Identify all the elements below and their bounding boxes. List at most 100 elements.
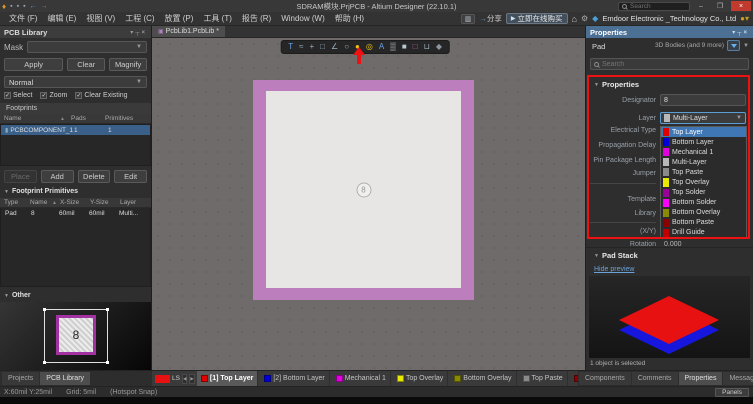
gear-icon[interactable]: ⚙ bbox=[581, 14, 588, 23]
clear-existing-checkbox[interactable]: ✓Clear Existing bbox=[75, 92, 127, 99]
filter-tool-icon[interactable]: T bbox=[288, 43, 293, 51]
tab-messages[interactable]: Messages bbox=[723, 372, 753, 385]
apply-button[interactable]: Apply bbox=[4, 58, 63, 71]
user-account-icon[interactable]: ●▾ bbox=[740, 14, 749, 23]
share-button[interactable]: →分享 bbox=[479, 13, 502, 24]
filter-mode-combo[interactable]: Normal▼ bbox=[4, 76, 147, 88]
designator-field[interactable]: 8 bbox=[660, 94, 746, 106]
layer-tab-bottom-overlay[interactable]: Bottom Overlay bbox=[450, 371, 516, 386]
select-checkbox[interactable]: ✓Select bbox=[4, 92, 32, 99]
collapse-icon[interactable]: ▼ bbox=[594, 82, 599, 88]
chevron-down-icon[interactable]: ▼ bbox=[743, 43, 749, 49]
layer-option-drill-guide[interactable]: Drill Guide bbox=[661, 228, 746, 238]
polygon-tool-icon[interactable]: ▒ bbox=[390, 43, 396, 51]
panels-button[interactable]: Panels bbox=[715, 388, 749, 397]
layer-option-top-paste[interactable]: Top Paste bbox=[661, 167, 746, 177]
open-icon[interactable]: ▪ bbox=[17, 3, 19, 10]
selection-handle[interactable] bbox=[106, 361, 109, 364]
home-icon[interactable]: ⌂ bbox=[572, 14, 577, 24]
pad-stack-3d-preview[interactable] bbox=[589, 276, 750, 358]
layer-option-bottom-layer[interactable]: Bottom Layer bbox=[661, 137, 746, 147]
panel-header-icons[interactable]: ▾┬× bbox=[130, 29, 147, 36]
board-shape-tool-icon[interactable]: ⊔ bbox=[424, 43, 430, 51]
layer-option-bottom-paste[interactable]: Bottom Paste bbox=[661, 218, 746, 228]
3d-body-tool-icon[interactable]: ◆ bbox=[436, 43, 442, 51]
tab-comments[interactable]: Comments bbox=[632, 372, 678, 385]
layer-option-multi-layer[interactable]: Multi-Layer bbox=[661, 157, 746, 167]
collapse-icon[interactable]: ▼ bbox=[4, 293, 9, 299]
tab-properties[interactable]: Properties bbox=[679, 372, 723, 385]
arc-tool-icon[interactable]: ○ bbox=[344, 43, 349, 51]
buy-online-button[interactable]: ▶立即在线购买 bbox=[506, 13, 568, 24]
menu-help[interactable]: 帮助 (H) bbox=[330, 13, 369, 24]
delete-button[interactable]: Delete bbox=[78, 170, 111, 183]
panel-header-icons[interactable]: ▾┬× bbox=[732, 29, 749, 36]
global-search-input[interactable] bbox=[630, 3, 685, 10]
footprint-row[interactable]: ▮ PCBCOMPONENT_1 1 1 bbox=[1, 125, 150, 135]
menu-edit[interactable]: 编辑 (E) bbox=[42, 13, 81, 24]
hide-preview-link[interactable]: Hide preview bbox=[594, 266, 634, 273]
maximize-button[interactable]: ❐ bbox=[712, 1, 728, 11]
layer-option-top-layer[interactable]: Top Layer bbox=[661, 127, 746, 137]
layer-option-top-solder[interactable]: Top Solder bbox=[661, 188, 746, 198]
room-tool-icon[interactable]: □ bbox=[413, 43, 418, 51]
pcb-editor-canvas[interactable]: T ≈ + □ ∠ ○ ● ◎ A ▒ ■ □ ⊔ ◆ bbox=[152, 38, 585, 370]
edit-button[interactable]: Edit bbox=[114, 170, 147, 183]
tab-pcb-library[interactable]: PCB Library bbox=[40, 372, 90, 385]
layer-set-chip[interactable]: LS bbox=[155, 375, 180, 383]
collapse-icon[interactable]: ▼ bbox=[594, 253, 599, 259]
selection-handle[interactable] bbox=[43, 308, 46, 311]
primitives-table-header[interactable]: Type Name ▲ X-Size Y-Size Layer bbox=[0, 198, 151, 208]
layer-option-bottom-solder[interactable]: Bottom Solder bbox=[661, 198, 746, 208]
collapse-icon[interactable]: ▼ bbox=[4, 189, 9, 195]
dimension-tool-icon[interactable]: ∠ bbox=[331, 43, 338, 51]
layer-tab-bottom-paste[interactable]: Bottom Paste bbox=[570, 371, 578, 386]
close-button[interactable]: × bbox=[731, 1, 751, 11]
layer-option-bottom-overlay[interactable]: Bottom Overlay bbox=[661, 208, 746, 218]
text-tool-icon[interactable]: A bbox=[379, 43, 384, 51]
menu-tools[interactable]: 工具 (T) bbox=[198, 13, 236, 24]
add-button[interactable]: Add bbox=[41, 170, 74, 183]
storage-icon[interactable]: ▪ bbox=[23, 3, 25, 10]
place-button[interactable]: Place bbox=[4, 170, 37, 183]
layer-tab-top-overlay[interactable]: Top Overlay bbox=[393, 371, 448, 386]
layer-option-top-overlay[interactable]: Top Overlay bbox=[661, 177, 746, 187]
layer-tab-mechanical-1[interactable]: Mechanical 1 bbox=[332, 371, 391, 386]
document-tab[interactable]: ▣ PcbLib1.PcbLib * bbox=[152, 26, 225, 37]
crosshair-tool-icon[interactable]: + bbox=[310, 43, 315, 51]
menu-view[interactable]: 视图 (V) bbox=[81, 13, 120, 24]
footprints-table-header[interactable]: Name ▲ Pads Primitives bbox=[0, 114, 151, 124]
menu-project[interactable]: 工程 (C) bbox=[120, 13, 159, 24]
clear-button[interactable]: Clear bbox=[67, 58, 105, 71]
global-search-box[interactable] bbox=[618, 2, 690, 11]
pad-object[interactable]: 8 bbox=[253, 80, 474, 300]
rectangle-tool-icon[interactable]: □ bbox=[320, 43, 325, 51]
mask-combo[interactable]: ▼ bbox=[27, 41, 147, 53]
properties-search-input[interactable] bbox=[602, 61, 732, 68]
comment-icon[interactable]: ▥ bbox=[461, 14, 476, 24]
properties-search-box[interactable] bbox=[590, 58, 749, 70]
magnify-button[interactable]: Magnify bbox=[109, 58, 147, 71]
layer-option-mechanical-1[interactable]: Mechanical 1 bbox=[661, 147, 746, 157]
filter-funnel-icon[interactable] bbox=[727, 40, 740, 51]
via-tool-icon[interactable]: ◎ bbox=[366, 43, 373, 51]
minimize-button[interactable]: – bbox=[693, 1, 709, 11]
zoom-checkbox[interactable]: ✓Zoom bbox=[40, 92, 67, 99]
scroll-right-icon[interactable]: ▶ bbox=[189, 374, 194, 384]
save-icon[interactable]: ▪ bbox=[10, 3, 12, 10]
menu-window[interactable]: Window (W) bbox=[276, 14, 330, 23]
tab-components[interactable]: Components bbox=[579, 372, 631, 385]
selection-handle[interactable] bbox=[43, 361, 46, 364]
undo-icon[interactable]: ← bbox=[30, 3, 37, 10]
primitive-row[interactable]: Pad 8 60mil 60mil Multi... bbox=[1, 208, 150, 218]
track-tool-icon[interactable]: ≈ bbox=[299, 43, 303, 51]
fill-tool-icon[interactable]: ■ bbox=[402, 43, 407, 51]
redo-icon[interactable]: → bbox=[41, 3, 48, 10]
layer-tab-bottom-layer[interactable]: [2] Bottom Layer bbox=[260, 371, 329, 386]
selection-handle[interactable] bbox=[106, 308, 109, 311]
menu-reports[interactable]: 报告 (R) bbox=[237, 13, 276, 24]
scroll-left-icon[interactable]: ◀ bbox=[182, 374, 187, 384]
menu-file[interactable]: 文件 (F) bbox=[4, 13, 42, 24]
layer-tab-top-layer[interactable]: [1] Top Layer bbox=[197, 371, 258, 386]
layer-tab-top-paste[interactable]: Top Paste bbox=[519, 371, 568, 386]
